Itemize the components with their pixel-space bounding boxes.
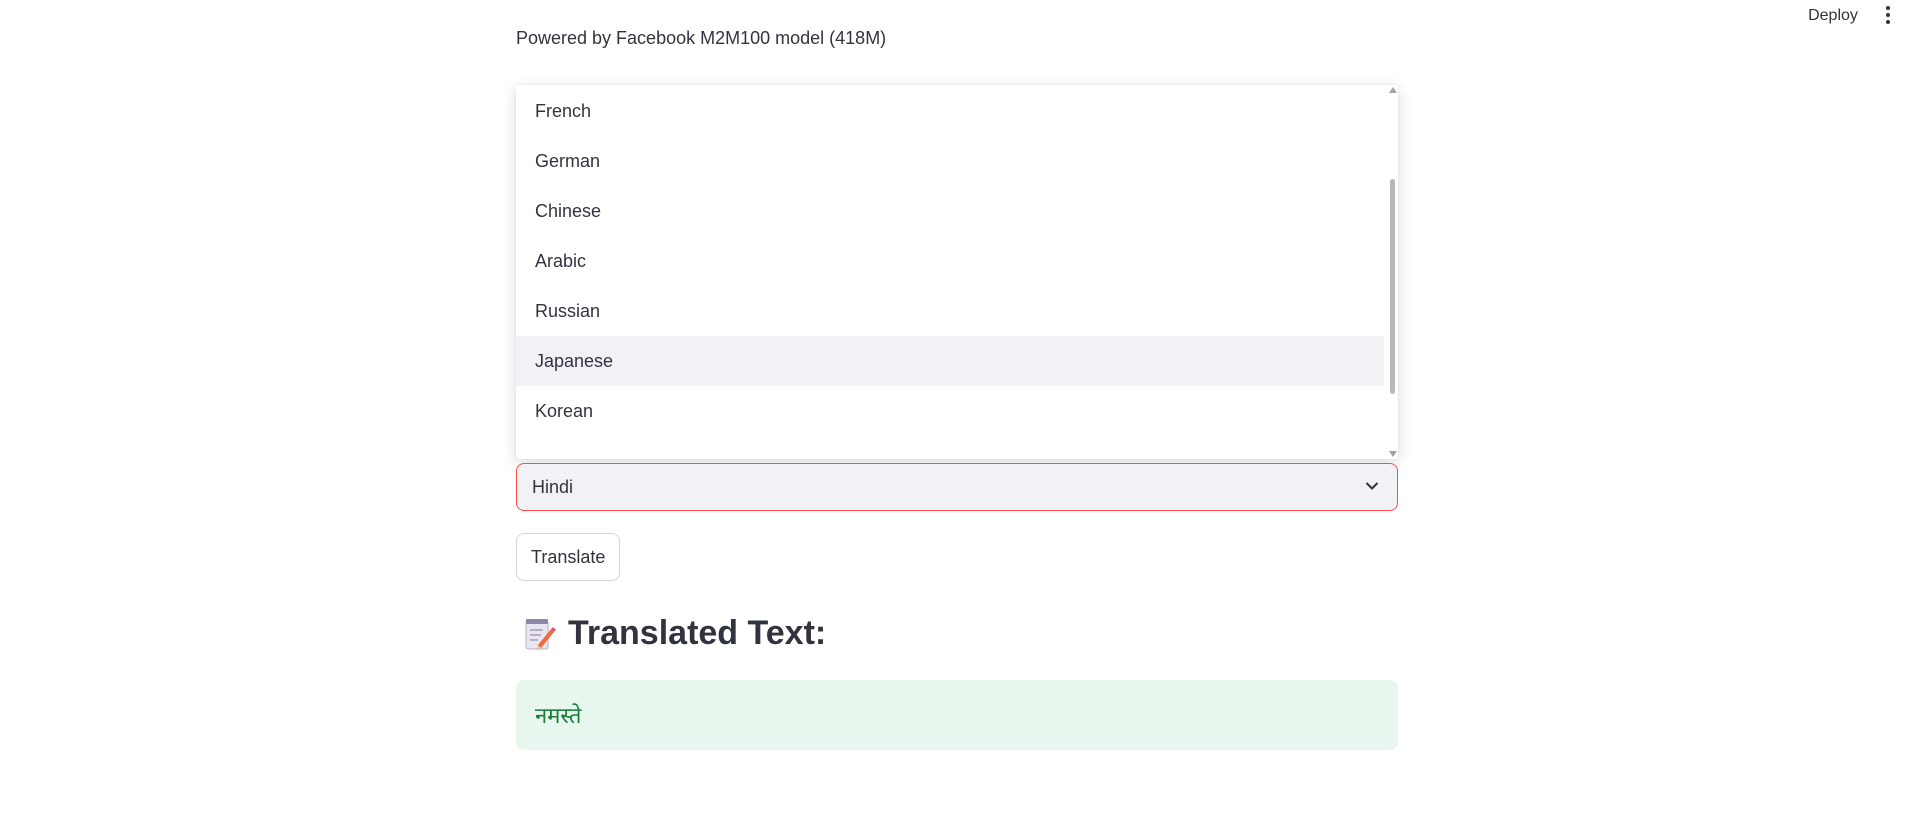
vertical-dots-icon-dot [1886,20,1890,24]
model-caption: Powered by Facebook M2M100 model (418M) [516,28,887,48]
result-heading: Translated Text: [522,614,826,653]
dropdown-option-russian[interactable]: Russian [516,286,1384,336]
dropdown-option-german[interactable]: German [516,136,1384,186]
deploy-button[interactable]: Deploy [1793,4,1873,28]
scroll-up-arrow-icon[interactable] [1389,87,1397,93]
translation-result-box: नमस्ते [516,680,1398,750]
dropdown-option-japanese[interactable]: Japanese [516,336,1384,386]
memo-icon [525,618,556,649]
scroll-down-arrow-icon[interactable] [1389,451,1397,457]
translate-button[interactable]: Translate [516,533,621,581]
app-root: Deploy Powered by Facebook M2M100 model … [0,0,1905,836]
language-dropdown-list[interactable]: French German Chinese Arabic Russian Jap… [516,85,1398,459]
result-heading-text: Translated Text: [568,614,827,652]
translation-result-text: नमस्ते [535,704,582,729]
chevron-down-icon [1366,482,1378,490]
vertical-dots-icon-dot [1886,13,1890,17]
target-language-select[interactable]: Hindi [516,463,1398,511]
dropdown-option-arabic[interactable]: Arabic [516,236,1384,286]
dropdown-option-french[interactable]: French [516,86,1384,136]
main-menu-button[interactable] [1878,3,1898,27]
dropdown-option-korean[interactable]: Korean [516,386,1384,436]
scrollbar-thumb[interactable] [1390,179,1395,394]
dropdown-scrollbar[interactable] [1386,85,1398,459]
vertical-dots-icon [1886,6,1890,10]
dropdown-option-chinese[interactable]: Chinese [516,186,1384,236]
target-language-value: Hindi [532,476,574,497]
